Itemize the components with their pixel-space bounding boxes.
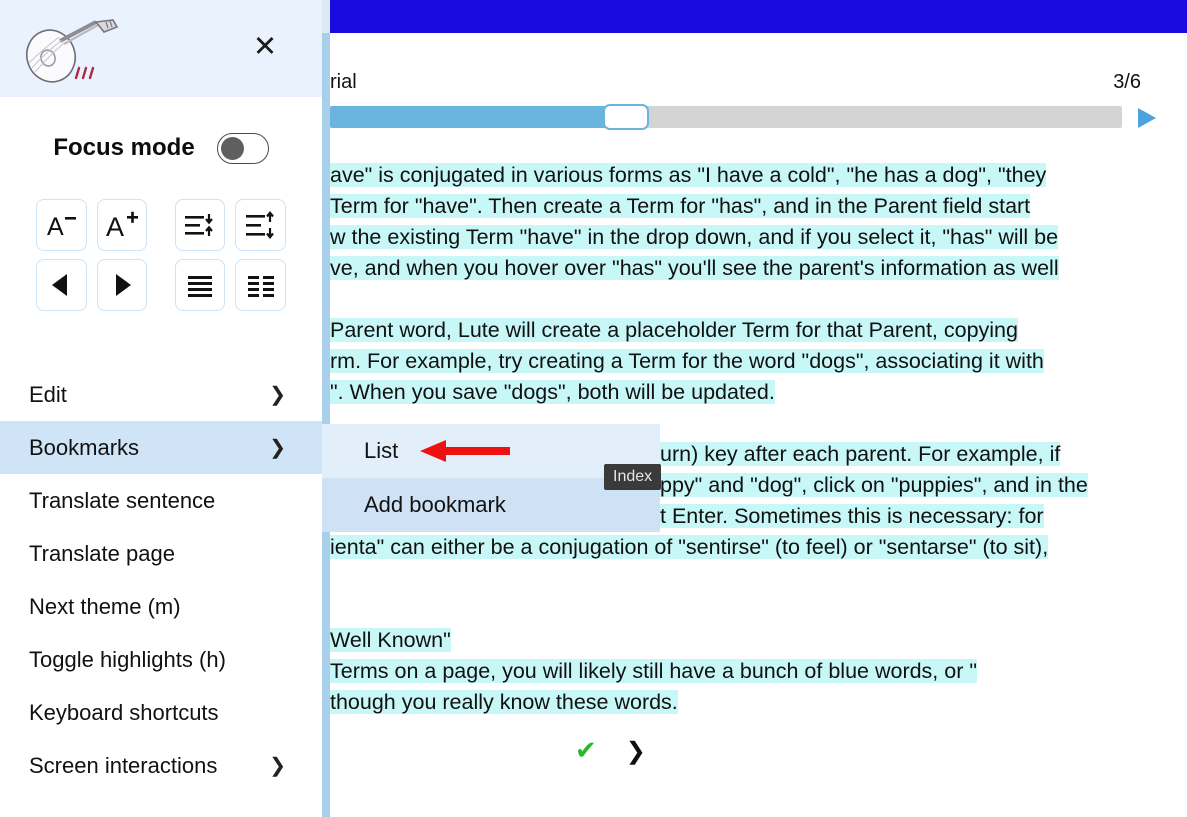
sidebar-item-translate-sentence[interactable]: Translate sentence [0,474,322,527]
sidebar-menu: Edit ❯ Bookmarks ❯ Translate sentence Tr… [0,368,322,792]
lute-logo [18,8,130,88]
toolbar-gap [157,199,165,251]
text-span: Parent word, Lute will create a placehol… [330,318,1018,342]
previous-page-button[interactable] [36,259,87,311]
focus-mode-row: Focus mode [0,125,322,171]
sidebar-item-keyboard-shortcuts[interactable]: Keyboard shortcuts [0,686,322,739]
sidebar-item-label: Keyboard shortcuts [29,699,219,725]
one-column-layout-button[interactable] [174,259,226,311]
two-column-layout-button[interactable] [235,259,287,311]
text-paragraph: Well Known" Terms on a page, you will li… [330,625,1187,718]
sidebar-item-label: Edit [29,381,67,407]
text-line: though you really know these words. [330,687,1187,718]
close-icon[interactable]: ✕ [250,32,280,62]
text-span: ave" is conjugated in various forms as "… [330,163,1047,187]
sidebar-panel: ✕ Focus mode A A Edit ❯ Bookmarks ❯ Tran… [0,0,322,817]
reader-left-strip [322,0,330,817]
text-span: w the existing Term "have" in the drop d… [330,225,1059,249]
sidebar-item-bookmarks[interactable]: Bookmarks ❯ [0,421,322,474]
sidebar-item-label: Toggle highlights (h) [29,646,226,672]
toolbar-gap [157,259,165,311]
sidebar-item-label: Translate page [29,540,175,566]
text-span: ve, and when you hover over "has" you'll… [330,256,1059,280]
svg-text:A: A [47,213,64,241]
text-span: rm. For example, try creating a Term for… [330,349,1044,373]
text-span: urn) key after each parent. For example,… [660,442,1061,466]
text-span: Terms on a page, you will likely still h… [330,659,977,683]
text-paragraph: Parent word, Lute will create a placehol… [330,315,1187,408]
submenu-item-label: Add bookmark [364,492,506,517]
text-line: Term for "have". Then create a Term for … [330,191,1187,222]
text-span: though you really know these words. [330,690,678,714]
sidebar-item-label: Screen interactions [29,752,218,778]
text-line: ve, and when you hover over "has" you'll… [330,253,1187,284]
text-span: ". When you save "dogs", both will be up… [330,380,775,404]
text-line: Well Known" [330,625,1187,656]
play-icon[interactable] [1133,105,1159,131]
check-icon[interactable]: ✔ [575,735,597,765]
progress-slider-fill [330,106,619,128]
progress-slider[interactable] [330,104,1122,130]
text-line: Terms on a page, you will likely still h… [330,656,1187,687]
text-line: rm. For example, try creating a Term for… [330,346,1187,377]
decrease-font-size-button[interactable]: A [36,199,87,251]
reader-pane: rial 3/6 ave" is conjugated in various f… [322,0,1187,817]
player-info-row: rial 3/6 [330,69,1187,95]
focus-mode-label: Focus mode [53,134,195,161]
index-tooltip: Index [604,464,662,490]
text-span: ienta" can either be a conjugation of "s… [330,535,1049,559]
submenu-item-label: List [364,438,399,463]
book-title: rial [330,71,357,93]
chevron-right-icon: ❯ [269,437,286,459]
chevron-right-icon: ❯ [269,384,286,406]
text-span: Term for "have". Then create a Term for … [330,194,1031,218]
sidebar-header: ✕ [0,0,322,97]
toolbar-row-2 [36,259,287,311]
sidebar-item-label: Bookmarks [29,434,140,460]
text-line: Parent word, Lute will create a placehol… [330,315,1187,346]
sidebar-item-label: Next theme (m) [29,593,181,619]
toolbar-row-1: A A [36,199,287,251]
page-done-controls: ✔ ❯ [575,735,646,767]
sidebar-item-toggle-highlights[interactable]: Toggle highlights (h) [0,633,322,686]
svg-text:A: A [106,212,124,242]
text-line: ienta" can either be a conjugation of "s… [330,532,1187,563]
text-span: ppy" and "dog", click on "puppies", and … [660,473,1088,497]
text-line: w the existing Term "have" in the drop d… [330,222,1187,253]
formatting-toolbar: A A [36,199,287,319]
audio-player: rial 3/6 [330,33,1187,148]
sidebar-item-label: Translate sentence [29,487,216,513]
chevron-right-icon: ❯ [269,755,286,777]
sidebar-item-next-theme[interactable]: Next theme (m) [0,580,322,633]
next-page-button[interactable] [96,259,148,311]
sidebar-item-screen-interactions[interactable]: Screen interactions ❯ [0,739,322,792]
sidebar-item-edit[interactable]: Edit ❯ [0,368,322,421]
reader-top-bar [330,0,1187,33]
page-counter: 3/6 [1113,71,1141,93]
reader-left-strip-top [322,0,330,33]
increase-font-size-button[interactable]: A [96,199,148,251]
decrease-line-height-button[interactable] [174,199,226,251]
app-root: rial 3/6 ave" is conjugated in various f… [0,0,1187,817]
focus-mode-toggle[interactable] [216,132,269,164]
text-span: Well Known" [330,628,451,652]
increase-line-height-button[interactable] [235,199,287,251]
text-paragraph: ave" is conjugated in various forms as "… [330,160,1187,284]
chevron-right-icon[interactable]: ❯ [626,738,646,765]
text-span: t Enter. Sometimes this is necessary: fo… [660,504,1044,528]
text-line: ave" is conjugated in various forms as "… [330,160,1187,191]
text-line: ". When you save "dogs", both will be up… [330,377,1187,408]
sidebar-item-translate-page[interactable]: Translate page [0,527,322,580]
progress-slider-thumb[interactable] [603,104,649,130]
